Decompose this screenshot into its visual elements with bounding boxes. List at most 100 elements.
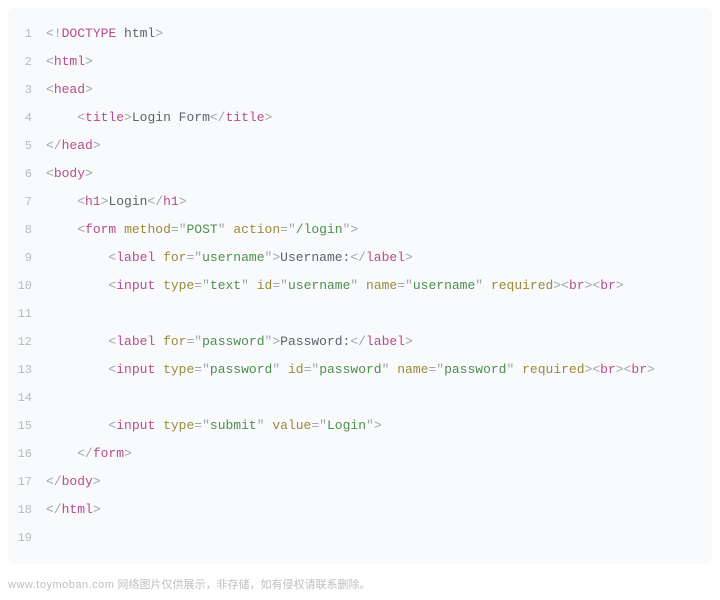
code-line: 14 (8, 384, 712, 412)
token-punct: " (280, 278, 288, 293)
code-line: 12 <label for="password">Password:</labe… (8, 328, 712, 356)
token-tag: form (93, 446, 124, 461)
token-punct: = (280, 222, 288, 237)
token-attr-val: password (202, 334, 264, 349)
token-text (155, 278, 163, 293)
line-number: 4 (8, 104, 46, 132)
token-punct: > (155, 26, 163, 41)
token-punct: <! (46, 26, 62, 41)
footer-note: www.toymoban.com 网络图片仅供展示，非存储，如有侵权请联系删除。 (0, 572, 720, 600)
line-number: 3 (8, 76, 46, 104)
token-attr-name: type (163, 418, 194, 433)
line-number: 16 (8, 440, 46, 468)
line-number: 10 (8, 272, 46, 300)
code-line: 11 (8, 300, 712, 328)
code-content: <input type="submit" value="Login"> (46, 412, 382, 440)
token-punct: </ (147, 194, 163, 209)
code-line: 19 (8, 524, 712, 552)
token-punct: > (616, 278, 624, 293)
token-punct: > (405, 334, 413, 349)
token-text (46, 110, 77, 125)
code-content: <input type="password" id="password" nam… (46, 356, 655, 384)
token-text: Username: (280, 250, 350, 265)
line-number: 12 (8, 328, 46, 356)
line-number: 19 (8, 524, 46, 552)
code-line: 2<html> (8, 48, 712, 76)
code-content: </form> (46, 440, 132, 468)
token-attr-val: password (444, 362, 506, 377)
token-attr-val: submit (210, 418, 257, 433)
token-text (46, 278, 108, 293)
code-content: <label for="password">Password:</label> (46, 328, 413, 356)
token-punct: > (93, 474, 101, 489)
token-punct: > (405, 250, 413, 265)
token-punct: < (592, 362, 600, 377)
token-text (46, 334, 108, 349)
code-line: 8 <form method="POST" action="/login"> (8, 216, 712, 244)
token-tag: br (631, 362, 647, 377)
code-line: 10 <input type="text" id="username" name… (8, 272, 712, 300)
token-text (155, 334, 163, 349)
token-tag: head (62, 138, 93, 153)
line-number: 8 (8, 216, 46, 244)
code-block: 1<!DOCTYPE html>2<html>3<head>4 <title>L… (8, 8, 712, 564)
token-punct: " (202, 418, 210, 433)
token-text (116, 222, 124, 237)
token-punct: = (194, 362, 202, 377)
token-punct: < (77, 222, 85, 237)
footer-text: 网络图片仅供展示，非存储，如有侵权请联系删除。 (118, 579, 371, 591)
line-number: 13 (8, 356, 46, 384)
code-content: </head> (46, 132, 101, 160)
token-attr-val: username (288, 278, 350, 293)
token-punct: " (405, 278, 413, 293)
token-punct: </ (46, 502, 62, 517)
token-punct: < (46, 54, 54, 69)
token-text (514, 362, 522, 377)
line-number: 7 (8, 188, 46, 216)
line-number: 14 (8, 384, 46, 412)
line-number: 1 (8, 20, 46, 48)
token-text (249, 278, 257, 293)
token-tag: body (62, 474, 93, 489)
token-tag: input (116, 278, 155, 293)
token-tag: br (569, 278, 585, 293)
token-punct: </ (46, 474, 62, 489)
token-text (46, 446, 77, 461)
token-punct: < (77, 194, 85, 209)
token-text (155, 418, 163, 433)
line-number: 5 (8, 132, 46, 160)
code-content: </html> (46, 496, 101, 524)
token-attr-name: for (163, 250, 186, 265)
token-punct: = (194, 418, 202, 433)
token-punct: " (194, 334, 202, 349)
token-punct: " (202, 362, 210, 377)
token-attr-name: id (257, 278, 273, 293)
line-number: 17 (8, 468, 46, 496)
token-punct: > (124, 446, 132, 461)
token-punct: > (93, 502, 101, 517)
token-punct: = (311, 418, 319, 433)
code-content: </body> (46, 468, 101, 496)
token-punct: </ (46, 138, 62, 153)
token-tag: html (54, 54, 85, 69)
token-punct: </ (77, 446, 93, 461)
code-line: 7 <h1>Login</h1> (8, 188, 712, 216)
code-content: <!DOCTYPE html> (46, 20, 163, 48)
token-text (46, 362, 108, 377)
token-text (358, 278, 366, 293)
code-line: 18</html> (8, 496, 712, 524)
code-content: <label for="username">Username:</label> (46, 244, 413, 272)
token-doctype-word: html (116, 26, 155, 41)
token-text (46, 194, 77, 209)
token-punct: > (272, 334, 280, 349)
code-content: <head> (46, 76, 93, 104)
token-attr-val: Login (327, 418, 366, 433)
token-punct: < (46, 166, 54, 181)
token-tag: br (600, 278, 616, 293)
token-punct: " (319, 418, 327, 433)
token-tag: label (116, 334, 155, 349)
line-number: 11 (8, 300, 46, 328)
token-tag: html (62, 502, 93, 517)
token-punct: = (272, 278, 280, 293)
token-punct: > (179, 194, 187, 209)
